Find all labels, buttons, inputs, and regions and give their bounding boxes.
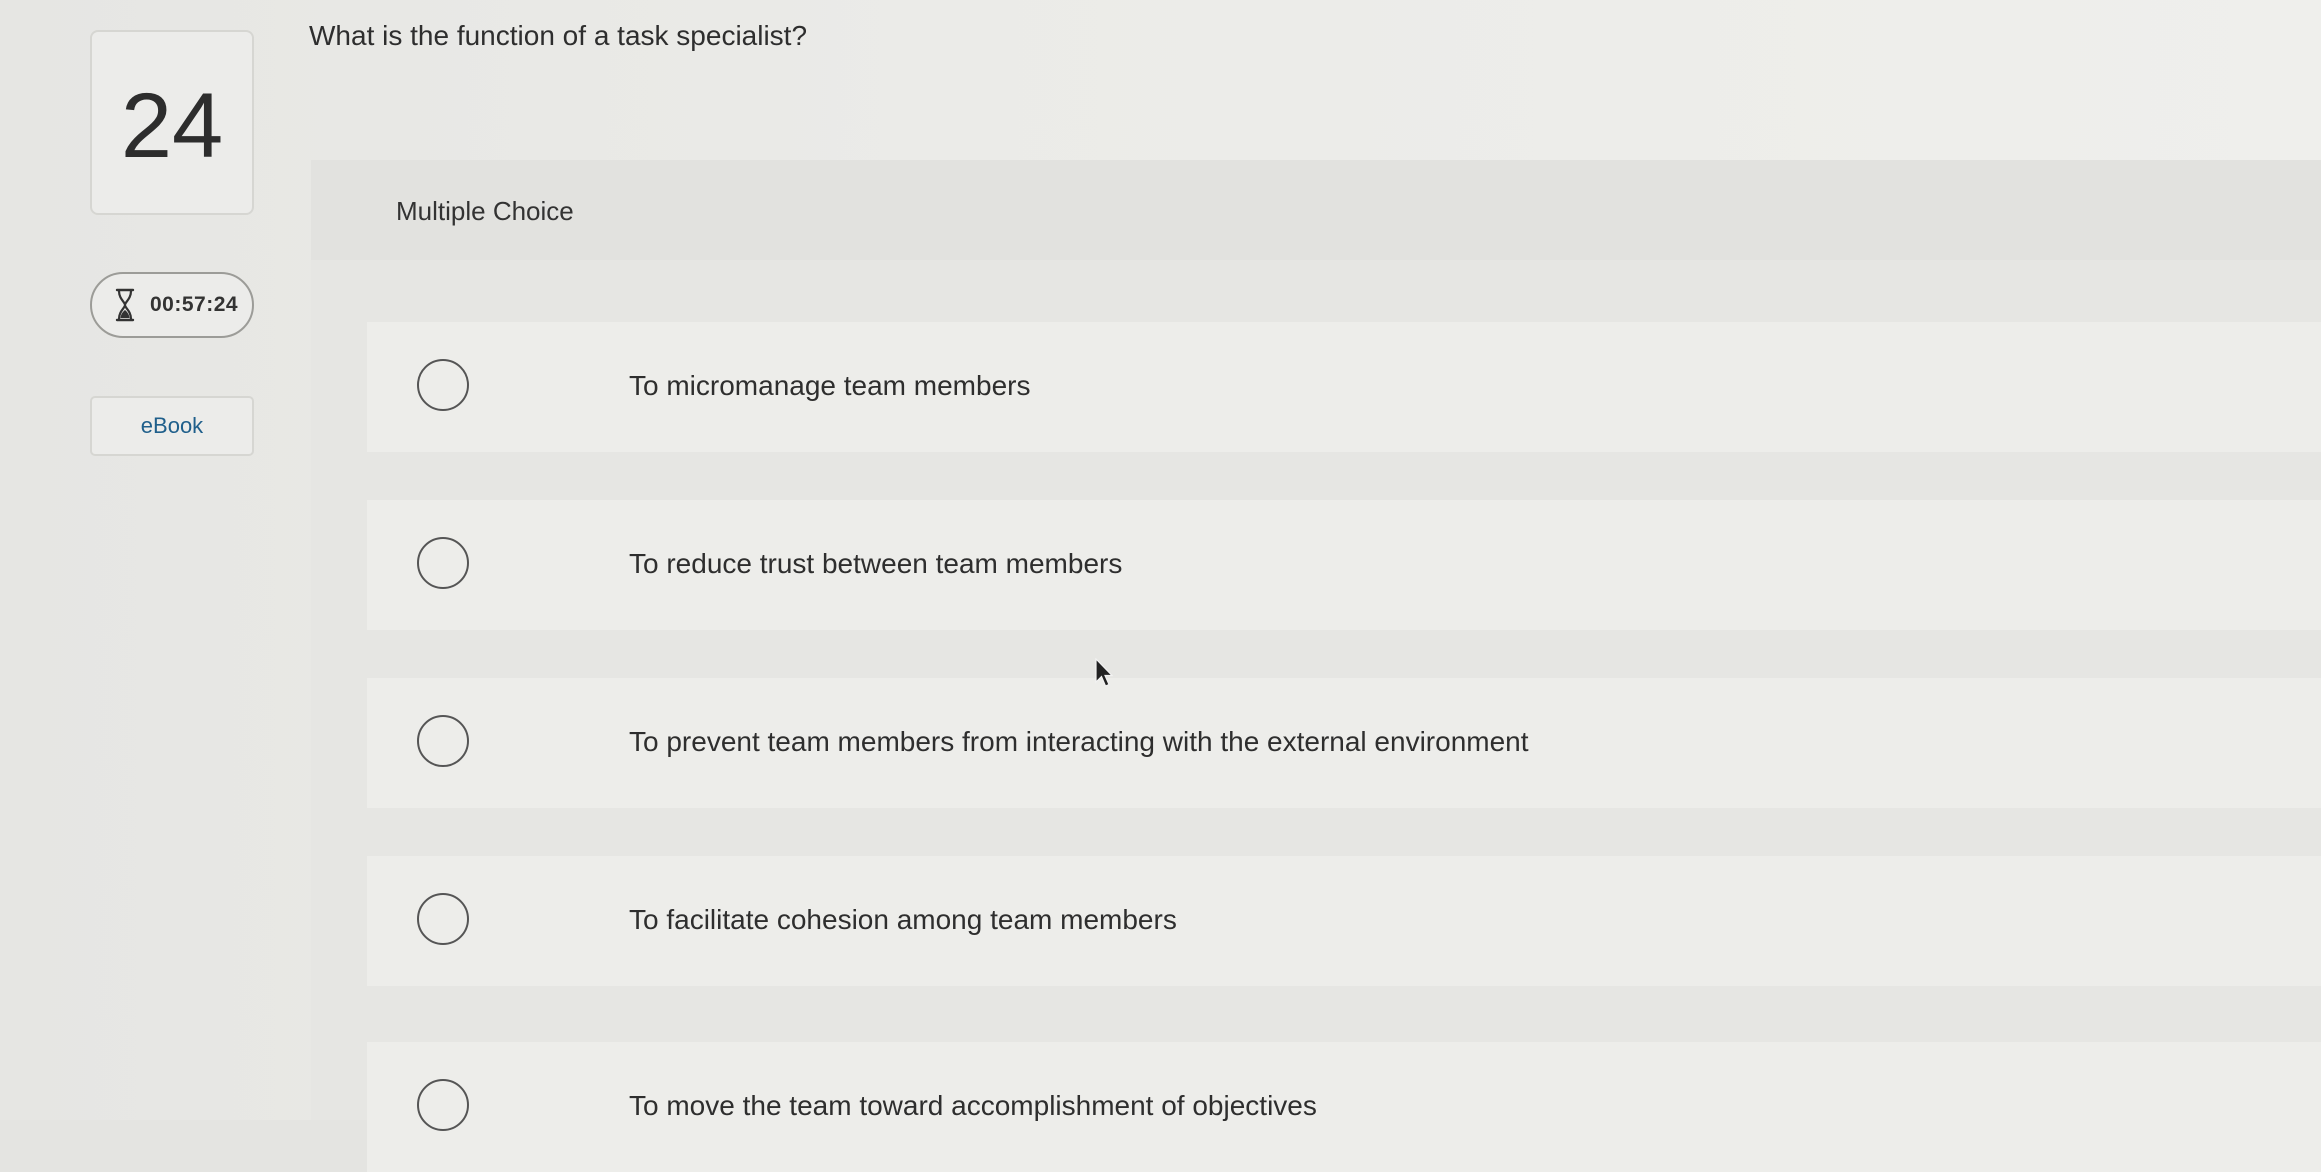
radio-button[interactable] [417,359,469,411]
answer-choice[interactable]: To move the team toward accomplishment o… [367,1042,2321,1172]
answer-choice[interactable]: To reduce trust between team members [367,500,2321,630]
question-number: 24 [120,75,224,177]
timer[interactable]: 00:57:24 [90,272,254,338]
question-number-box: 24 [90,30,254,215]
question-type-header: Multiple Choice [311,160,2321,260]
ebook-button[interactable]: eBook [90,396,254,456]
answer-choice-label: To prevent team members from interacting… [629,726,1529,757]
answer-choice[interactable]: To facilitate cohesion among team member… [367,856,2321,986]
answer-choices: To micromanage team members To reduce tr… [311,260,2321,1172]
radio-button[interactable] [417,1079,469,1131]
radio-button[interactable] [417,537,469,589]
answer-choice-label: To reduce trust between team members [629,548,1123,579]
answer-choice[interactable]: To micromanage team members [367,322,2321,452]
radio-button[interactable] [417,893,469,945]
answer-choice-label: To micromanage team members [629,370,1031,401]
answer-choice-label: To move the team toward accomplishment o… [629,1090,1317,1121]
answer-choice[interactable]: To prevent team members from interacting… [367,678,2321,808]
answer-choice-label: To facilitate cohesion among team member… [629,904,1177,935]
question-text: What is the function of a task specialis… [309,20,808,51]
hourglass-icon [115,288,135,322]
question-type-label: Multiple Choice [396,196,574,226]
radio-button[interactable] [417,715,469,767]
quiz-page: 24 00:57:24 eBook What is the function o… [0,0,2321,1172]
timer-value: 00:57:24 [150,293,239,316]
mouse-cursor-icon [1095,658,1114,687]
